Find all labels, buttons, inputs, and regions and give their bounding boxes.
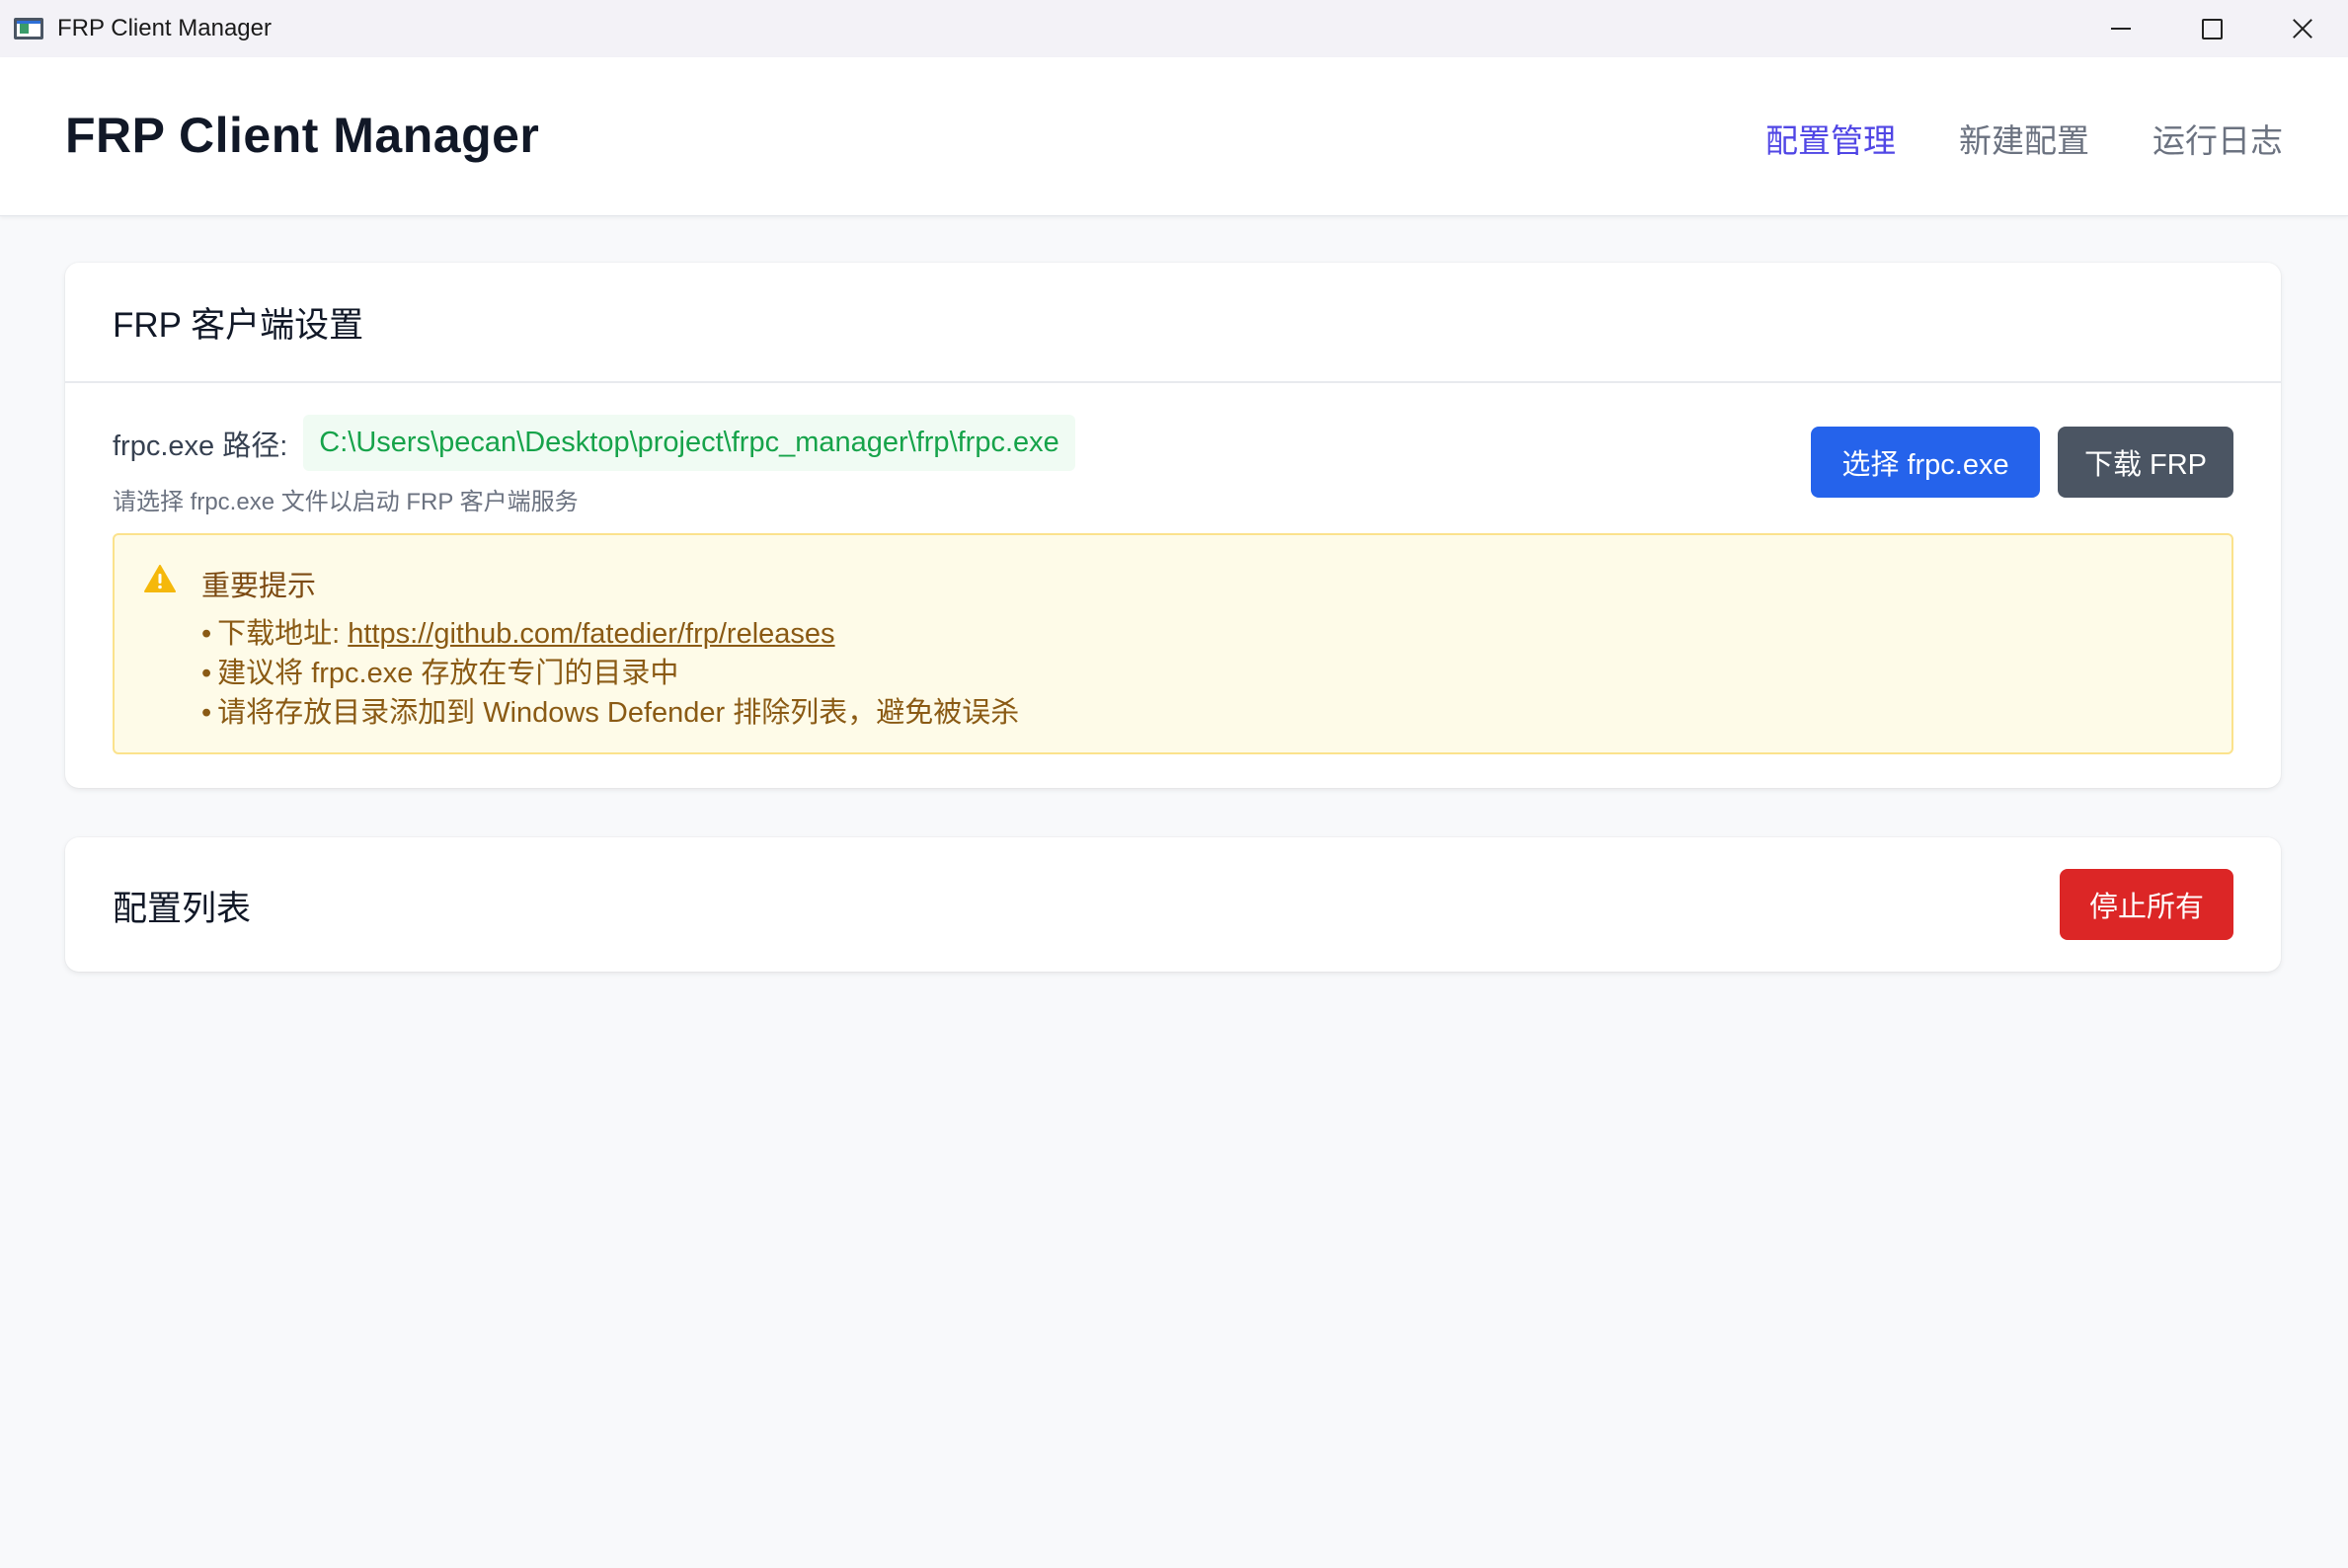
- download-frp-button[interactable]: 下载 FRP: [2058, 427, 2233, 498]
- close-button[interactable]: [2257, 0, 2348, 57]
- notice-item-text: 建议将 frpc.exe 存放在专门的目录中: [217, 658, 679, 689]
- maximize-icon: [2201, 18, 2223, 39]
- notice-item-download: • 下载地址: https://github.com/fatedier/frp/r…: [201, 618, 835, 650]
- stop-all-button[interactable]: 停止所有: [2060, 869, 2233, 940]
- window-controls: [2075, 0, 2348, 57]
- notice-list: • 下载地址: https://github.com/fatedier/frp/r…: [201, 614, 1019, 733]
- window-title: FRP Client Manager: [57, 15, 272, 41]
- frpc-path-hint: 请选择 frpc.exe 文件以启动 FRP 客户端服务: [113, 489, 579, 515]
- select-frpc-button[interactable]: 选择 frpc.exe: [1811, 427, 2040, 498]
- nav-new-config[interactable]: 新建配置: [1959, 115, 2089, 162]
- minimize-icon: [2111, 28, 2131, 30]
- app-brand-title: FRP Client Manager: [65, 108, 540, 163]
- main-nav: 配置管理 新建配置 运行日志: [1765, 115, 2283, 162]
- window-titlebar: FRP Client Manager: [0, 0, 2348, 58]
- frpc-path-row: frpc.exe 路径: C:\Users\pecan\Desktop\proj…: [113, 415, 1075, 471]
- notice-item-text: 请将存放目录添加到 Windows Defender 排除列表，避免被误杀: [217, 697, 1020, 729]
- important-notice: 重要提示 • 下载地址: https://github.com/fatedier/…: [113, 533, 2233, 754]
- minimize-button[interactable]: [2075, 0, 2166, 57]
- app-header: FRP Client Manager 配置管理 新建配置 运行日志: [0, 57, 2348, 216]
- frpc-path-label: frpc.exe 路径:: [113, 430, 288, 462]
- download-link[interactable]: https://github.com/fatedier/frp/releases: [348, 618, 834, 650]
- nav-config-management[interactable]: 配置管理: [1765, 115, 1896, 162]
- frpc-path-value: C:\Users\pecan\Desktop\project\frpc_mana…: [303, 415, 1075, 471]
- frp-settings-card: FRP 客户端设置 frpc.exe 路径: C:\Users\pecan\De…: [65, 263, 2281, 788]
- notice-title: 重要提示: [201, 571, 317, 602]
- settings-card-title: FRP 客户端设置: [65, 263, 2281, 383]
- close-icon: [2292, 18, 2313, 39]
- maximize-button[interactable]: [2166, 0, 2257, 57]
- nav-run-log[interactable]: 运行日志: [2152, 115, 2283, 162]
- notice-item: • 请将存放目录添加到 Windows Defender 排除列表，避免被误杀: [201, 697, 1020, 729]
- download-address-label: 下载地址:: [217, 618, 349, 650]
- notice-item: • 建议将 frpc.exe 存放在专门的目录中: [201, 658, 679, 689]
- warning-icon: [144, 565, 176, 592]
- config-list-card: 配置列表 停止所有: [65, 837, 2281, 972]
- config-list-title: 配置列表: [113, 890, 252, 928]
- app-window-icon: [14, 18, 43, 39]
